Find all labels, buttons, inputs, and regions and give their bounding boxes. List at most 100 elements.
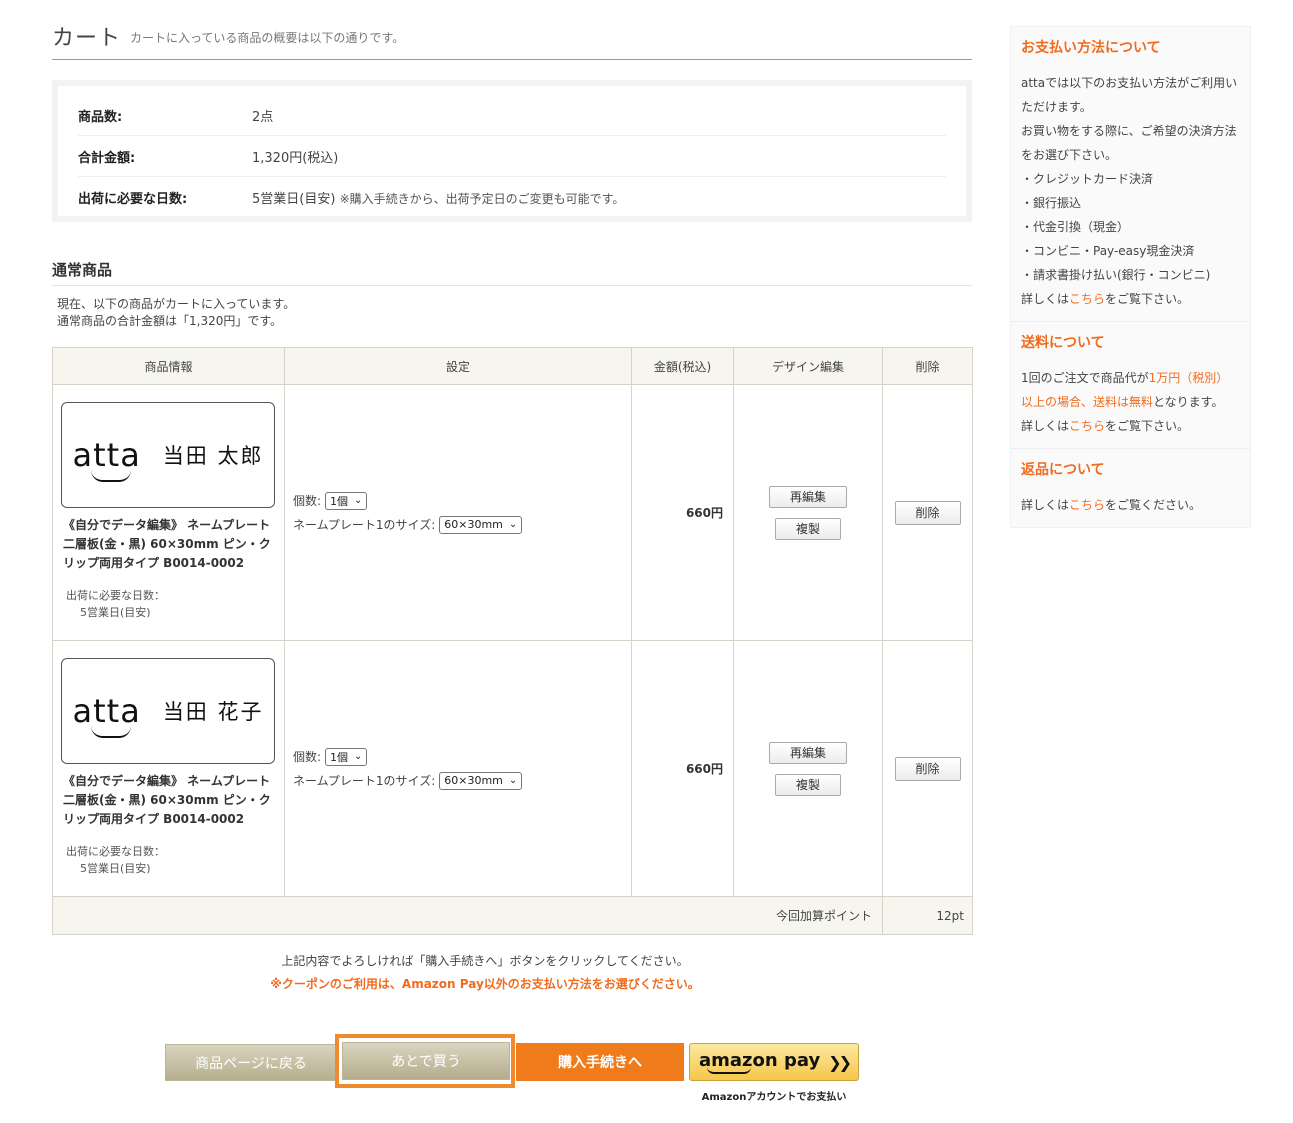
shipping-text: 1回のご注文で商品代が1万円（税別）以上の場合、送料は無料となります。: [1021, 371, 1229, 409]
qty-label: 個数:: [293, 494, 322, 508]
payment-method: ・請求書掛け払い(銀行・コンビニ): [1021, 268, 1211, 282]
plate-name: 当田 太郎: [162, 444, 264, 468]
page-header: カート カートに入っている商品の概要は以下の通りです。: [52, 0, 972, 60]
product-thumbnail[interactable]: atta 当田 太郎: [61, 402, 275, 508]
shipping-days-label: 出荷に必要な日数：: [66, 845, 165, 858]
summary-count-value: 2点: [252, 109, 274, 125]
product-info-cell: atta 当田 太郎 《自分でデータ編集》 ネームプレート 二層板(金・黒) 6…: [52, 384, 285, 641]
payment-line-2: お買い物をする際に、ご希望の決済方法をお選び下さい。: [1021, 124, 1237, 162]
payment-method: ・代金引換（現金）: [1021, 220, 1130, 234]
delete-cell: 削除: [882, 640, 973, 897]
reedit-button[interactable]: 再編集: [769, 741, 847, 764]
page-subtitle: カートに入っている商品の概要は以下の通りです。: [130, 31, 405, 45]
double-chevron-right-icon: ❯❯: [828, 1052, 852, 1072]
payment-more: 詳しくはこちらをご覧下さい。: [1021, 292, 1190, 306]
qty-select[interactable]: 1個 ⌄: [325, 747, 368, 766]
returns-more-link[interactable]: こちら: [1069, 498, 1105, 512]
table-row: atta 当田 太郎 《自分でデータ編集》 ネームプレート 二層板(金・黒) 6…: [52, 384, 973, 641]
cart-summary: 商品数: 2点 合計金額: 1,320円(税込) 出荷に必要な日数: 5営業日(…: [52, 80, 972, 222]
coupon-warning: ※クーポンのご利用は、Amazon Pay以外のお支払い方法をお選びください。: [270, 977, 700, 991]
returns-info: 返品について 詳しくはこちらをご覧ください。: [1011, 449, 1250, 527]
points-row: 今回加算ポイント 12pt: [52, 896, 973, 935]
col-header-design: デザイン編集: [733, 347, 883, 385]
payment-method: ・コンビニ・Pay-easy現金決済: [1021, 244, 1195, 258]
table-row: atta 当田 花子 《自分でデータ編集》 ネームプレート 二層板(金・黒) 6…: [52, 640, 973, 897]
returns-title: 返品について: [1021, 462, 1105, 478]
section-intro: 現在、以下の商品がカートに入っています。 通常商品の合計金額は「1,320円」で…: [57, 296, 295, 330]
summary-days-value: 5営業日(目安): [252, 191, 336, 207]
returns-more: 詳しくはこちらをご覧ください。: [1021, 498, 1202, 512]
copy-button[interactable]: 複製: [775, 773, 841, 796]
points-value: 12pt: [882, 896, 973, 935]
shipping-more: 詳しくはこちらをご覧下さい。: [1021, 419, 1190, 433]
intro-line-1: 現在、以下の商品がカートに入っています。: [57, 297, 296, 311]
amazon-pay-logo: amazon pay: [699, 1050, 820, 1074]
payment-method: ・クレジットカード決済: [1021, 172, 1154, 186]
summary-total-label: 合計金額:: [78, 150, 136, 166]
brand-logo: atta: [73, 436, 141, 482]
summary-days-label: 出荷に必要な日数:: [78, 191, 188, 207]
shipping-days-value: 5営業日(目安): [80, 606, 151, 619]
product-thumbnail[interactable]: atta 当田 花子: [61, 658, 275, 764]
price-cell: 660円: [631, 384, 734, 641]
summary-total-row: 合計金額: 1,320円(税込): [78, 136, 946, 177]
chevron-down-icon: ⌄: [508, 519, 518, 530]
size-label: ネームプレート1のサイズ:: [293, 774, 436, 788]
points-label: 今回加算ポイント: [52, 896, 883, 935]
size-select[interactable]: 60×30mm ⌄: [439, 771, 523, 790]
shipping-more-link[interactable]: こちら: [1069, 419, 1105, 433]
table-header-row: 商品情報 設定 金額(税込) デザイン編集 削除: [52, 347, 973, 385]
product-info-cell: atta 当田 花子 《自分でデータ編集》 ネームプレート 二層板(金・黒) 6…: [52, 640, 285, 897]
col-header-delete: 削除: [882, 347, 973, 385]
price-cell: 660円: [631, 640, 734, 897]
shipping-info: 送料について 1回のご注文で商品代が1万円（税別）以上の場合、送料は無料となりま…: [1011, 322, 1250, 449]
summary-days-row: 出荷に必要な日数: 5営業日(目安) ※購入手続きから、出荷予定日のご変更も可能…: [78, 177, 946, 217]
delete-cell: 削除: [882, 384, 973, 641]
qty-select[interactable]: 1個 ⌄: [325, 491, 368, 510]
summary-count-label: 商品数:: [78, 109, 123, 125]
shipping-days-label: 出荷に必要な日数：: [66, 589, 165, 602]
amazon-pay-button[interactable]: amazon pay ❯❯: [689, 1043, 859, 1081]
payment-more-link[interactable]: こちら: [1069, 292, 1105, 306]
chevron-down-icon: ⌄: [354, 751, 363, 762]
qty-label: 個数:: [293, 750, 322, 764]
payment-info: お支払い方法について attaでは以下のお支払い方法がご利用いただけます。 お買…: [1011, 27, 1250, 322]
settings-cell: 個数: 1個 ⌄ ネームプレート1のサイズ: 60×30mm ⌄: [284, 384, 632, 641]
shipping-days: 出荷に必要な日数： 5営業日(目安): [61, 843, 276, 877]
page-title: カート: [52, 26, 122, 51]
size-select[interactable]: 60×30mm ⌄: [439, 515, 523, 534]
checkout-instruction: 上記内容でよろしければ「購入手続きへ」ボタンをクリックしてください。: [281, 954, 689, 968]
sidebar: お支払い方法について attaでは以下のお支払い方法がご利用いただけます。 お買…: [1010, 26, 1251, 528]
chevron-down-icon: ⌄: [508, 775, 518, 786]
shipping-days: 出荷に必要な日数： 5営業日(目安): [61, 587, 276, 621]
checkout-button[interactable]: 購入手続きへ: [516, 1043, 684, 1081]
summary-total-value: 1,320円(税込): [252, 150, 339, 166]
col-header-settings: 設定: [284, 347, 632, 385]
brand-logo: atta: [73, 692, 141, 738]
settings-cell: 個数: 1個 ⌄ ネームプレート1のサイズ: 60×30mm ⌄: [284, 640, 632, 897]
back-to-product-button[interactable]: 商品ページに戻る: [165, 1044, 337, 1081]
delete-button[interactable]: 削除: [894, 500, 961, 525]
payment-method: ・銀行振込: [1021, 196, 1082, 210]
cart-table: 商品情報 設定 金額(税込) デザイン編集 削除 atta 当田 太郎 《自分で…: [52, 347, 973, 935]
design-cell: 再編集 複製: [733, 640, 883, 897]
shipping-title: 送料について: [1021, 335, 1105, 351]
summary-days-note: ※購入手続きから、出荷予定日のご変更も可能です。: [339, 191, 625, 206]
delete-button[interactable]: 削除: [894, 756, 961, 781]
size-label: ネームプレート1のサイズ:: [293, 518, 436, 532]
payment-title: お支払い方法について: [1021, 40, 1161, 56]
copy-button[interactable]: 複製: [775, 517, 841, 540]
reedit-button[interactable]: 再編集: [769, 485, 847, 508]
intro-line-2: 通常商品の合計金額は「1,320円」です。: [57, 314, 283, 328]
cart-main: カート カートに入っている商品の概要は以下の通りです。 商品数: 2点 合計金額…: [52, 0, 973, 1103]
payment-line-1: attaでは以下のお支払い方法がご利用いただけます。: [1021, 76, 1238, 114]
summary-count-row: 商品数: 2点: [78, 95, 946, 136]
buy-later-button[interactable]: あとで買う: [342, 1042, 510, 1080]
plate-name: 当田 花子: [162, 700, 264, 724]
product-title: 《自分でデータ編集》 ネームプレート 二層板(金・黒) 60×30mm ピン・ク…: [63, 774, 271, 826]
amazon-pay-caption: Amazonアカウントでお支払い: [701, 1092, 847, 1103]
section-title: 通常商品: [52, 259, 972, 286]
design-cell: 再編集 複製: [733, 384, 883, 641]
chevron-down-icon: ⌄: [354, 495, 363, 506]
col-header-price: 金額(税込): [631, 347, 734, 385]
